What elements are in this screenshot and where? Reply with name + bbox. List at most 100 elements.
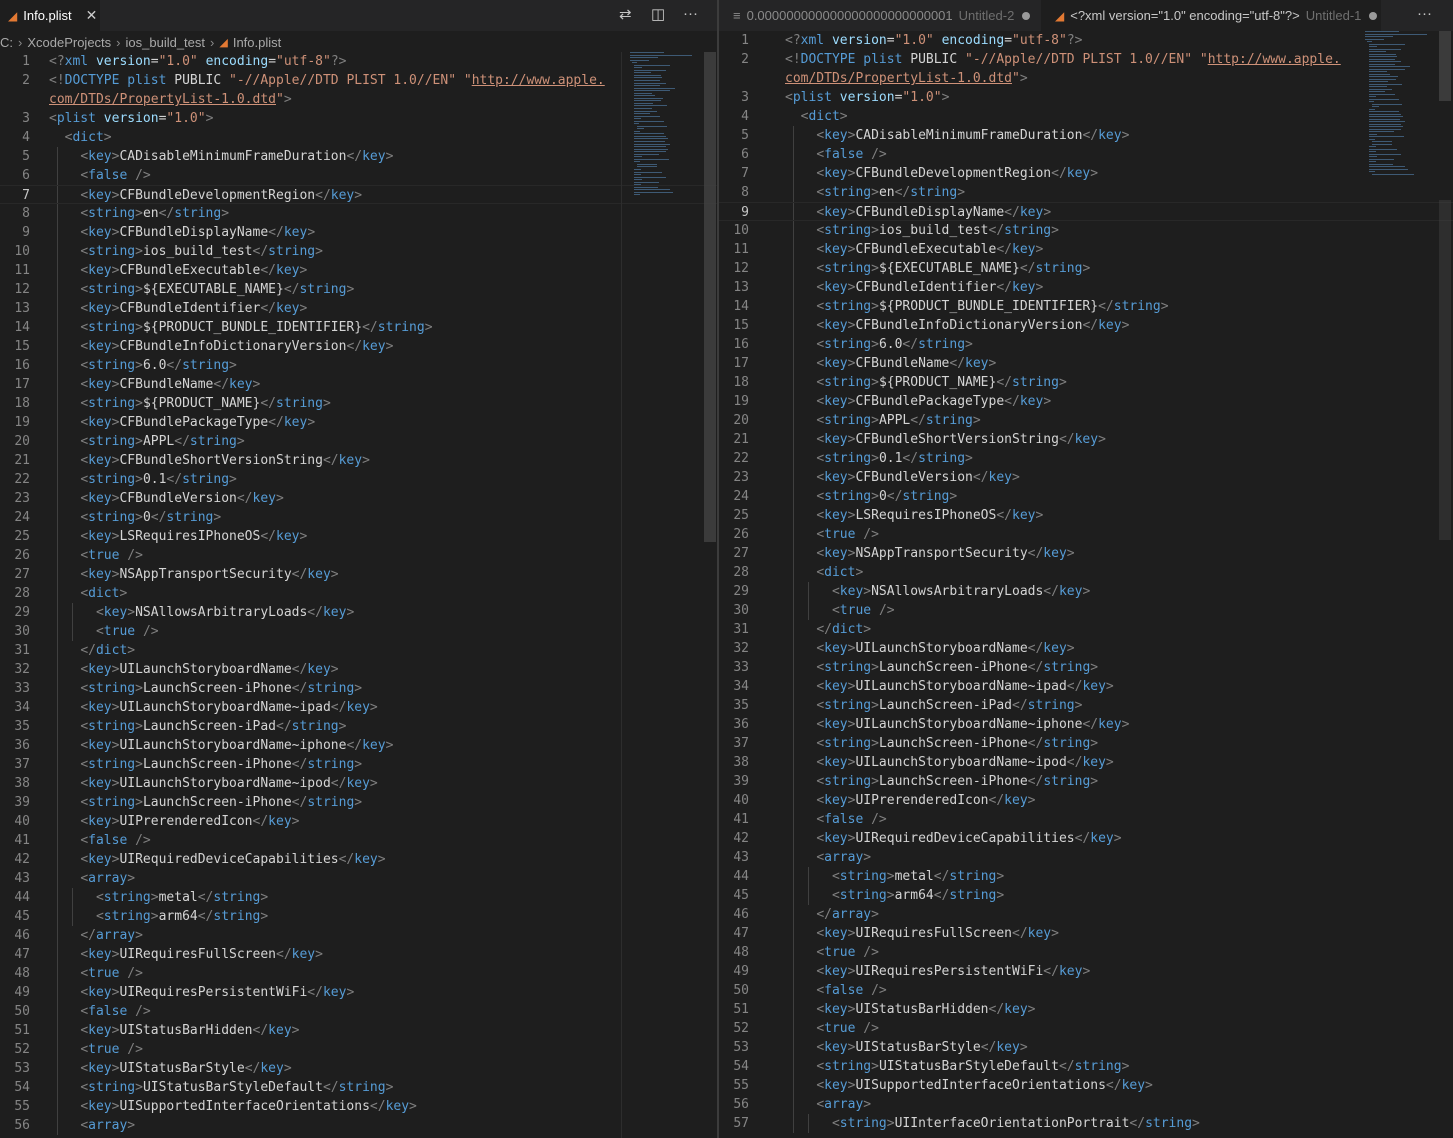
tab-info-plist[interactable]: ◢ Info.plist ✕	[0, 0, 100, 31]
code-line[interactable]: 53 <key>UIStatusBarStyle</key>	[0, 1059, 717, 1078]
compare-changes-icon[interactable]: ⇄	[619, 5, 632, 23]
code-line[interactable]: 32 <key>UILaunchStoryboardName</key>	[0, 660, 717, 679]
code-line[interactable]: 31 </dict>	[719, 620, 1453, 639]
code-line[interactable]: 28 <dict>	[719, 563, 1453, 582]
code-line[interactable]: com/DTDs/PropertyList-1.0.dtd">	[0, 90, 717, 109]
code-line[interactable]: 31 </dict>	[0, 641, 717, 660]
code-line[interactable]: 1 <?xml version="1.0" encoding="utf-8"?>	[0, 52, 717, 71]
code-line[interactable]: 27 <key>NSAppTransportSecurity</key>	[0, 565, 717, 584]
code-line[interactable]: 43 <array>	[0, 869, 717, 888]
code-line[interactable]: 27 <key>NSAppTransportSecurity</key>	[719, 544, 1453, 563]
minimap[interactable]	[630, 52, 702, 197]
code-line[interactable]: 6 <false />	[719, 145, 1453, 164]
code-line[interactable]: 32 <key>UILaunchStoryboardName</key>	[719, 639, 1453, 658]
close-icon[interactable]: ✕	[86, 7, 98, 24]
code-line[interactable]: 5 <key>CADisableMinimumFrameDuration</ke…	[0, 147, 717, 166]
code-line[interactable]: 13 <key>CFBundleIdentifier</key>	[719, 278, 1453, 297]
code-line[interactable]: com/DTDs/PropertyList-1.0.dtd">	[719, 69, 1453, 88]
code-line[interactable]: 44 <string>metal</string>	[719, 867, 1453, 886]
code-line[interactable]: 53 <key>UIStatusBarStyle</key>	[719, 1038, 1453, 1057]
code-line[interactable]: 3 <plist version="1.0">	[719, 88, 1453, 107]
code-line[interactable]: 44 <string>metal</string>	[0, 888, 717, 907]
code-line[interactable]: 21 <key>CFBundleShortVersionString</key>	[0, 451, 717, 470]
code-line[interactable]: 56 <array>	[0, 1116, 717, 1135]
code-line[interactable]: 52 <true />	[719, 1019, 1453, 1038]
code-line[interactable]: 20 <string>APPL</string>	[0, 432, 717, 451]
right-code-editor[interactable]: 1 <?xml version="1.0" encoding="utf-8"?> 2…	[719, 31, 1453, 1138]
code-line[interactable]: 21 <key>CFBundleShortVersionString</key>	[719, 430, 1453, 449]
code-line[interactable]: 20 <string>APPL</string>	[719, 411, 1453, 430]
code-line[interactable]: 30 <true />	[719, 601, 1453, 620]
code-line[interactable]: 12 <string>${EXECUTABLE_NAME}</string>	[0, 280, 717, 299]
code-line[interactable]: 14 <string>${PRODUCT_BUNDLE_IDENTIFIER}<…	[719, 297, 1453, 316]
code-line[interactable]: 41 <false />	[0, 831, 717, 850]
code-line[interactable]: 42 <key>UIRequiredDeviceCapabilities</ke…	[0, 850, 717, 869]
code-line[interactable]: 43 <array>	[719, 848, 1453, 867]
code-line[interactable]: 38 <key>UILaunchStoryboardName~ipod</key…	[0, 774, 717, 793]
code-line[interactable]: 9 <key>CFBundleDisplayName</key>	[719, 202, 1453, 221]
code-line[interactable]: 9 <key>CFBundleDisplayName</key>	[0, 223, 717, 242]
code-line[interactable]: 51 <key>UIStatusBarHidden</key>	[719, 1000, 1453, 1019]
code-line[interactable]: 35 <string>LaunchScreen-iPad</string>	[719, 696, 1453, 715]
code-line[interactable]: 55 <key>UISupportedInterfaceOrientations…	[0, 1097, 717, 1116]
code-line[interactable]: 16 <string>6.0</string>	[719, 335, 1453, 354]
code-line[interactable]: 5 <key>CADisableMinimumFrameDuration</ke…	[719, 126, 1453, 145]
split-editor-icon[interactable]: ◫	[651, 5, 665, 23]
code-line[interactable]: 19 <key>CFBundlePackageType</key>	[719, 392, 1453, 411]
code-line[interactable]: 24 <string>0</string>	[0, 508, 717, 527]
code-line[interactable]: 47 <key>UIRequiresFullScreen</key>	[0, 945, 717, 964]
code-line[interactable]: 15 <key>CFBundleInfoDictionaryVersion</k…	[719, 316, 1453, 335]
code-line[interactable]: 36 <key>UILaunchStoryboardName~iphone</k…	[719, 715, 1453, 734]
code-line[interactable]: 13 <key>CFBundleIdentifier</key>	[0, 299, 717, 318]
code-line[interactable]: 2 <!DOCTYPE plist PUBLIC "-//Apple//DTD P…	[0, 71, 717, 90]
code-line[interactable]: 47 <key>UIRequiresFullScreen</key>	[719, 924, 1453, 943]
code-line[interactable]: 41 <false />	[719, 810, 1453, 829]
code-line[interactable]: 34 <key>UILaunchStoryboardName~ipad</key…	[719, 677, 1453, 696]
code-line[interactable]: 38 <key>UILaunchStoryboardName~ipod</key…	[719, 753, 1453, 772]
code-line[interactable]: 19 <key>CFBundlePackageType</key>	[0, 413, 717, 432]
breadcrumb-folder-ios-build-test[interactable]: ios_build_test	[126, 35, 206, 50]
vertical-scrollbar[interactable]	[704, 52, 716, 542]
code-line[interactable]: 36 <key>UILaunchStoryboardName~iphone</k…	[0, 736, 717, 755]
code-line[interactable]: 45 <string>arm64</string>	[719, 886, 1453, 905]
code-line[interactable]: 14 <string>${PRODUCT_BUNDLE_IDENTIFIER}<…	[0, 318, 717, 337]
code-line[interactable]: 37 <string>LaunchScreen-iPhone</string>	[719, 734, 1453, 753]
code-line[interactable]: 1 <?xml version="1.0" encoding="utf-8"?>	[719, 31, 1453, 50]
code-line[interactable]: 11 <key>CFBundleExecutable</key>	[719, 240, 1453, 259]
code-line[interactable]: 39 <string>LaunchScreen-iPhone</string>	[719, 772, 1453, 791]
code-line[interactable]: 46 </array>	[0, 926, 717, 945]
code-line[interactable]: 55 <key>UISupportedInterfaceOrientations…	[719, 1076, 1453, 1095]
code-line[interactable]: 29 <key>NSAllowsArbitraryLoads</key>	[719, 582, 1453, 601]
code-line[interactable]: 7 <key>CFBundleDevelopmentRegion</key>	[719, 164, 1453, 183]
code-line[interactable]: 48 <true />	[719, 943, 1453, 962]
code-line[interactable]: 17 <key>CFBundleName</key>	[719, 354, 1453, 373]
code-line[interactable]: 8 <string>en</string>	[0, 204, 717, 223]
vertical-scrollbar-overview[interactable]	[1439, 200, 1451, 540]
code-line[interactable]: 26 <true />	[0, 546, 717, 565]
code-line[interactable]: 16 <string>6.0</string>	[0, 356, 717, 375]
code-line[interactable]: 26 <true />	[719, 525, 1453, 544]
more-actions-icon[interactable]: ···	[683, 5, 698, 22]
code-line[interactable]: 40 <key>UIPrerenderedIcon</key>	[0, 812, 717, 831]
code-line[interactable]: 8 <string>en</string>	[719, 183, 1453, 202]
code-line[interactable]: 49 <key>UIRequiresPersistentWiFi</key>	[719, 962, 1453, 981]
code-line[interactable]: 54 <string>UIStatusBarStyleDefault</stri…	[0, 1078, 717, 1097]
code-line[interactable]: 50 <false />	[0, 1002, 717, 1021]
code-line[interactable]: 10 <string>ios_build_test</string>	[0, 242, 717, 261]
tab-untitled-1[interactable]: ◢ <?xml version="1.0" encoding="utf-8"?>…	[1041, 0, 1381, 31]
code-line[interactable]: 15 <key>CFBundleInfoDictionaryVersion</k…	[0, 337, 717, 356]
code-line[interactable]: 25 <key>LSRequiresIPhoneOS</key>	[0, 527, 717, 546]
code-line[interactable]: 30 <true />	[0, 622, 717, 641]
code-line[interactable]: 24 <string>0</string>	[719, 487, 1453, 506]
code-line[interactable]: 18 <string>${PRODUCT_NAME}</string>	[719, 373, 1453, 392]
code-line[interactable]: 37 <string>LaunchScreen-iPhone</string>	[0, 755, 717, 774]
code-line[interactable]: 50 <false />	[719, 981, 1453, 1000]
code-line[interactable]: 54 <string>UIStatusBarStyleDefault</stri…	[719, 1057, 1453, 1076]
code-line[interactable]: 4 <dict>	[0, 128, 717, 147]
code-line[interactable]: 3 <plist version="1.0">	[0, 109, 717, 128]
code-line[interactable]: 23 <key>CFBundleVersion</key>	[0, 489, 717, 508]
code-line[interactable]: 25 <key>LSRequiresIPhoneOS</key>	[719, 506, 1453, 525]
code-line[interactable]: 4 <dict>	[719, 107, 1453, 126]
code-line[interactable]: 45 <string>arm64</string>	[0, 907, 717, 926]
code-line[interactable]: 10 <string>ios_build_test</string>	[719, 221, 1453, 240]
